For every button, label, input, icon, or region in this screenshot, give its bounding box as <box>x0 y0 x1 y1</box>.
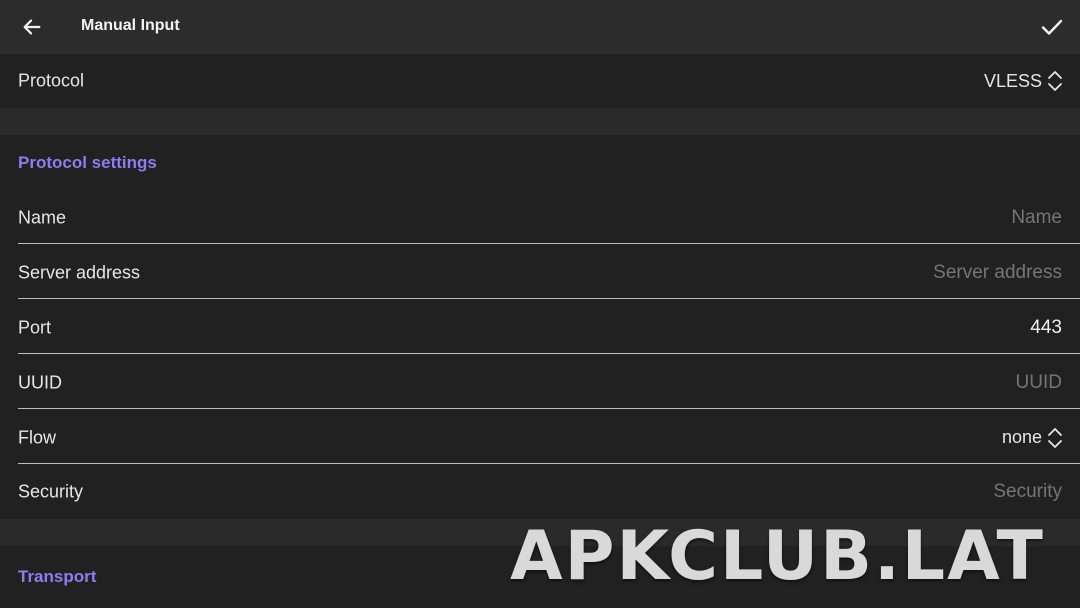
confirm-button[interactable] <box>1040 15 1064 39</box>
name-input[interactable] <box>662 206 1062 229</box>
security-row: Security <box>0 465 1080 519</box>
divider <box>18 463 1080 464</box>
app-bar: Manual Input <box>0 0 1080 54</box>
section-title: Transport <box>18 567 97 586</box>
security-label: Security <box>18 481 84 502</box>
flow-row[interactable]: Flow none <box>0 410 1080 465</box>
section-title: Protocol settings <box>18 152 157 172</box>
section-header-protocol-settings: Protocol settings <box>0 135 1080 190</box>
arrow-left-icon <box>23 19 41 35</box>
port-label: Port <box>18 317 52 337</box>
uuid-row: UUID <box>0 355 1080 410</box>
port-input[interactable] <box>662 316 1062 339</box>
uuid-input[interactable] <box>662 371 1062 394</box>
watermark: APKCLUB.LAT <box>510 517 1045 596</box>
flow-select[interactable]: none <box>1002 427 1064 449</box>
security-input[interactable] <box>662 481 1062 503</box>
back-button[interactable] <box>20 15 44 39</box>
uuid-label: UUID <box>18 372 62 392</box>
flow-value: none <box>1001 427 1042 447</box>
check-icon <box>1041 19 1063 35</box>
name-row: Name <box>0 190 1080 245</box>
flow-label: Flow <box>18 427 57 447</box>
protocol-row[interactable]: Protocol VLESS <box>0 54 1080 108</box>
divider <box>18 408 1080 409</box>
protocol-label: Protocol <box>18 70 85 91</box>
chevron-up-down-icon <box>1048 71 1062 91</box>
divider <box>18 353 1080 354</box>
server-address-row: Server address <box>0 245 1080 300</box>
divider <box>18 298 1080 299</box>
divider <box>18 243 1080 244</box>
name-label: Name <box>18 207 67 227</box>
page-title: Manual Input <box>81 17 180 34</box>
port-row: Port <box>0 300 1080 355</box>
chevron-up-down-icon <box>1048 427 1062 448</box>
protocol-select[interactable]: VLESS <box>984 70 1064 92</box>
server-address-label: Server address <box>18 262 141 282</box>
server-address-input[interactable] <box>662 261 1062 284</box>
section-gap <box>0 108 1080 135</box>
protocol-value: VLESS <box>983 70 1042 91</box>
